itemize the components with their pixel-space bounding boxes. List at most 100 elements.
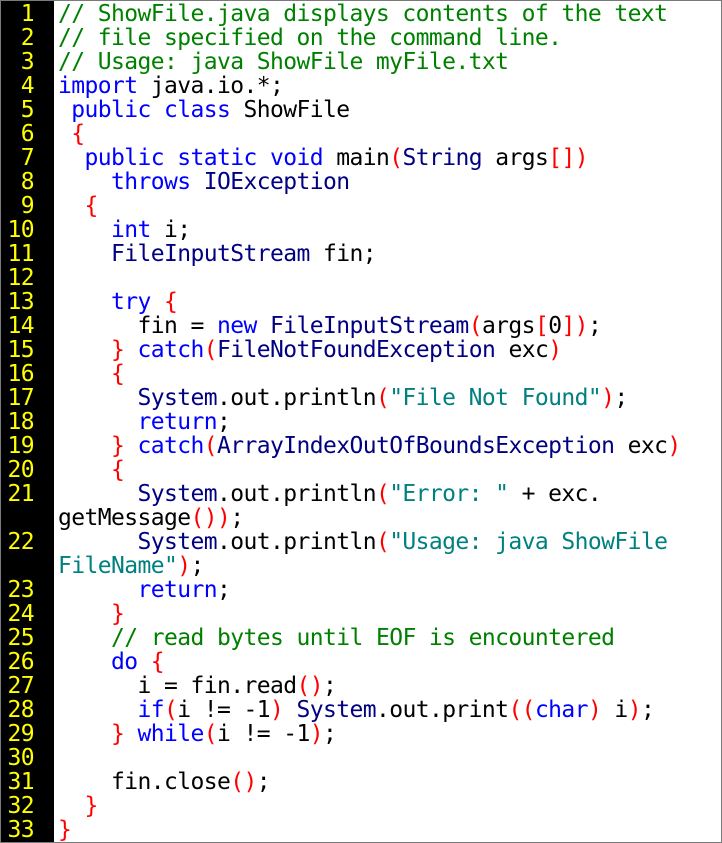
class-token: FileInputStream: [269, 313, 469, 339]
line-number: 29: [7, 721, 35, 747]
bracket-token: {: [84, 193, 99, 219]
bracket-token: }: [84, 793, 99, 819]
bracket-token: (): [230, 769, 257, 795]
line-code: }: [54, 602, 721, 626]
keyword-token: char: [534, 697, 589, 723]
line-code: {: [54, 458, 721, 482]
line-number: 8: [20, 169, 35, 195]
plain-token: ;: [230, 505, 244, 531]
plain-token: ;: [216, 409, 231, 435]
bracket-token: ((: [508, 697, 535, 723]
bracket-token: {: [164, 289, 178, 315]
bracket-token: ): [177, 553, 191, 579]
code-line: 8 throws IOException: [1, 170, 721, 194]
plain-token: .out.println: [216, 385, 377, 411]
plain-token: java.io.*;: [137, 73, 284, 99]
plain-token: .out.println: [216, 481, 377, 507]
bracket-token: (): [296, 673, 323, 699]
plain-token: fin.close: [58, 769, 231, 795]
plain-token: i;: [150, 217, 191, 243]
bracket-token: (: [203, 721, 218, 747]
line-number: 20: [7, 457, 35, 483]
code-line: 16 {: [1, 362, 721, 386]
comment-token: // read bytes until EOF is encountered: [111, 625, 615, 651]
code-area[interactable]: 1 // ShowFile.java displays contents of t…: [1, 2, 721, 842]
plain-token: 0: [548, 313, 562, 339]
keyword-token: throws: [111, 169, 191, 195]
comment-token: // Usage: java ShowFile myFile.txt: [58, 49, 509, 75]
keyword-token: new: [216, 313, 257, 339]
line-number: 27: [7, 673, 35, 699]
class-token: System: [137, 481, 217, 507]
plain-token: args: [481, 145, 549, 171]
code-line: 26 do {: [1, 650, 721, 674]
line-number: 9: [20, 193, 35, 219]
line-number: 12: [7, 265, 35, 291]
bracket-token: }: [58, 817, 72, 843]
line-number: 24: [7, 601, 35, 627]
line-number: 1: [20, 1, 35, 27]
line-number: 32: [7, 793, 35, 819]
code-line: 18 return;: [1, 410, 721, 434]
keyword-token: public: [84, 145, 165, 171]
code-line: 5 public class ShowFile: [1, 98, 721, 122]
line-number: 30: [7, 745, 35, 771]
line-code: import java.io.*;: [54, 74, 721, 98]
plain-token: ;: [190, 553, 204, 579]
keyword-token: catch: [137, 433, 205, 459]
code-line: 10 int i;: [1, 218, 721, 242]
bracket-token: (: [203, 433, 218, 459]
line-number: 26: [7, 649, 35, 675]
line-code: }: [54, 794, 721, 818]
bracket-token: [: [534, 313, 549, 339]
line-code: } while(i != -1);: [54, 722, 721, 746]
line-code: }: [54, 818, 721, 842]
code-line: 30: [1, 746, 721, 770]
keyword-token: return: [137, 409, 217, 435]
keyword-token: class: [163, 97, 231, 123]
class-token: FileNotFoundException: [217, 337, 496, 363]
line-code: System.out.println("File Not Found");: [54, 386, 721, 410]
line-number: 22: [7, 529, 35, 555]
bracket-token: (: [468, 313, 483, 339]
keyword-token: try: [111, 289, 151, 315]
bracket-token: {: [111, 361, 125, 387]
bracket-token: ): [269, 697, 284, 723]
keyword-token: void: [269, 145, 324, 171]
keyword-token: public: [71, 97, 151, 123]
line-code: } catch(FileNotFoundException exc): [54, 338, 721, 362]
code-line: 31 fin.close();: [1, 770, 721, 794]
line-code: fin = new FileInputStream(args[0]);: [54, 314, 721, 338]
code-line: 20 {: [1, 458, 721, 482]
plain-token: i != -1: [177, 697, 270, 723]
bracket-token: ): [587, 697, 602, 723]
line-code: public static void main(String args[]): [54, 146, 721, 170]
line-number: 15: [7, 337, 35, 363]
plain-token: exc: [614, 433, 668, 459]
class-token: String: [402, 145, 482, 171]
line-code: int i;: [54, 218, 721, 242]
code-line: 29 } while(i != -1);: [1, 722, 721, 746]
bracket-token: ): [309, 721, 324, 747]
bracket-token: }: [111, 433, 125, 459]
code-line: 12: [1, 266, 721, 290]
comment-token: // ShowFile.java displays contents of th…: [58, 1, 668, 27]
keyword-token: int: [111, 217, 151, 243]
line-number: 28: [7, 697, 35, 723]
code-line: 33}: [1, 818, 721, 842]
line-code: {: [54, 362, 721, 386]
